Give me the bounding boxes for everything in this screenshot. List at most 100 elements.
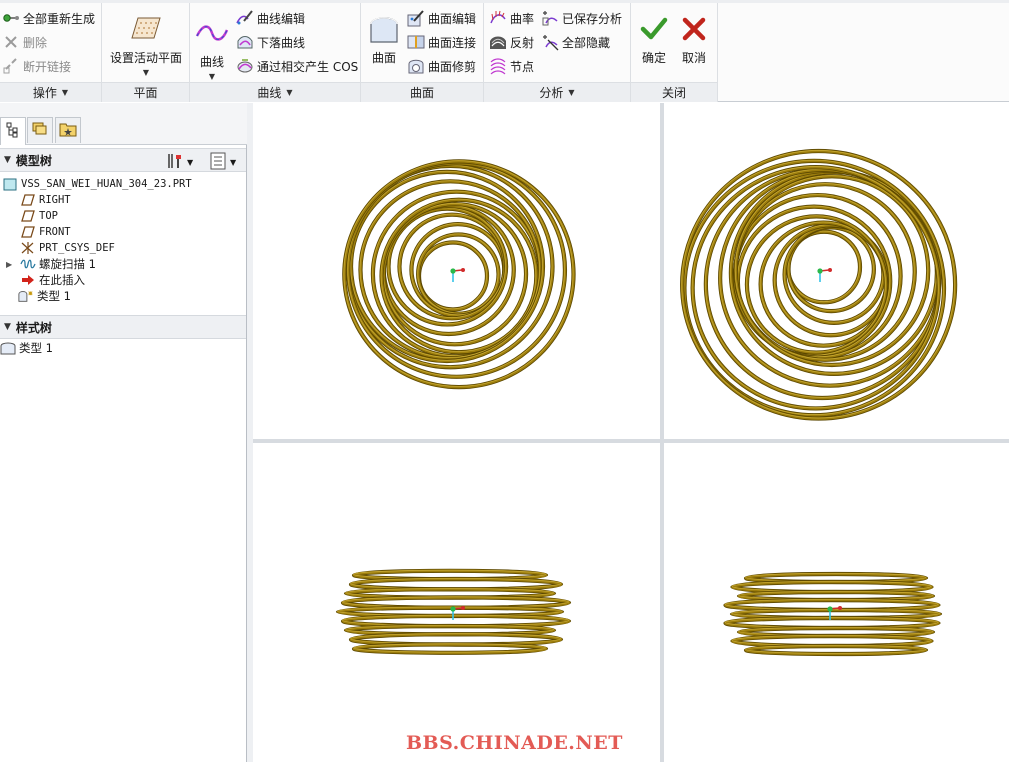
datum-plane-icon [20, 225, 36, 239]
surface-trim-label: 曲面修剪 [428, 59, 477, 74]
part-icon [2, 177, 18, 191]
collapse-triangle-icon[interactable]: ▼ [4, 155, 11, 165]
group-surfaces-title: 曲面 [409, 86, 434, 100]
cross-icon [677, 13, 711, 45]
nodes-button[interactable]: 节点 [489, 55, 534, 77]
group-operations: 全部重新生成 删除 断开链接 操作 ▼ [0, 3, 102, 102]
check-icon [637, 13, 671, 45]
tree-item-helical-sweep-label: 螺旋扫描 1 [39, 257, 96, 271]
chevron-down-icon: ▼ [187, 158, 194, 167]
style-tree-title: 样式树 [15, 320, 52, 335]
tree-item-part[interactable]: VSS_SAN_WEI_HUAN_304_23.PRT [2, 176, 192, 192]
curvature-button[interactable]: 曲率 [489, 7, 534, 29]
navigator-tabs [0, 103, 247, 145]
tab-layers[interactable] [27, 117, 53, 143]
datum-plane-icon [20, 209, 36, 223]
group-operations-title: 操作 [32, 86, 57, 100]
hide-all-button[interactable]: 全部隐藏 [541, 31, 610, 53]
drop-curve-button[interactable]: 下落曲线 [236, 31, 305, 53]
tree-item-part-label: VSS_SAN_WEI_HUAN_304_23.PRT [21, 178, 192, 190]
tree-item-style-type[interactable]: 类型 1 [18, 288, 71, 304]
tree-item-helical-sweep[interactable]: 螺旋扫描 1 [20, 256, 96, 272]
viewport-top-right[interactable] [664, 103, 1009, 439]
regenerate-all-button[interactable]: 全部重新生成 [2, 7, 95, 29]
hide-all-label: 全部隐藏 [562, 35, 611, 50]
regenerate-icon [2, 9, 20, 27]
tree-item-top[interactable]: TOP [20, 208, 58, 224]
coil-isometric-view-canvas [680, 148, 958, 421]
csys-triad [817, 268, 832, 282]
coil-turn-body [352, 643, 548, 655]
group-close-footer: 关闭 [631, 82, 717, 102]
group-analysis-footer[interactable]: 分析 ▼ [484, 82, 630, 102]
coil-turn-body [683, 159, 946, 417]
tree-item-insert-here[interactable]: 在此插入 [20, 272, 85, 288]
group-curves-footer[interactable]: 曲线 ▼ [190, 82, 360, 102]
saved-analysis-button[interactable]: 已保存分析 [541, 7, 622, 29]
coil-top-view-canvas [342, 159, 576, 390]
confirm-label: 确定 [641, 51, 666, 65]
group-surfaces-footer: 曲面 [361, 82, 483, 102]
curve-icon [195, 17, 229, 49]
model-tree-title: 模型树 [15, 153, 52, 168]
panel-splitter[interactable] [247, 103, 253, 762]
break-link-label: 断开链接 [23, 59, 72, 74]
delete-icon [2, 33, 20, 51]
surface-connect-button[interactable]: 曲面连接 [407, 31, 476, 53]
tab-model-tree[interactable] [0, 117, 26, 145]
break-link-button[interactable]: 断开链接 [2, 55, 71, 77]
collapse-triangle-icon[interactable]: ▼ [4, 322, 11, 332]
model-tree-show-button[interactable]: ▼ [209, 152, 236, 173]
surface-trim-button[interactable]: 曲面修剪 [407, 55, 476, 77]
group-surfaces: 曲面 曲面编辑 曲面连接 曲面修剪 曲面 [361, 3, 484, 102]
tree-item-csys[interactable]: PRT_CSYS_DEF [20, 240, 115, 256]
ribbon: 全部重新生成 删除 断开链接 操作 ▼ 设置活动平面 ▼ 平面 曲线 ▼ 曲线编… [0, 0, 1009, 102]
curve-button[interactable]: 曲线 ▼ [194, 17, 230, 81]
viewport-bottom-left[interactable] [253, 443, 660, 762]
tree-item-front[interactable]: FRONT [20, 224, 71, 240]
cos-icon [236, 57, 254, 75]
tree-item-right-label: RIGHT [39, 194, 71, 206]
confirm-button[interactable]: 确定 [637, 13, 671, 66]
tree-item-front-label: FRONT [39, 226, 71, 238]
curve-edit-label: 曲线编辑 [257, 11, 306, 26]
curve-edit-button[interactable]: 曲线编辑 [236, 7, 305, 29]
saved-analysis-label: 已保存分析 [562, 11, 623, 26]
surface-edit-label: 曲面编辑 [428, 11, 477, 26]
delete-button[interactable]: 删除 [2, 31, 47, 53]
set-active-plane-button[interactable]: 设置活动平面 ▼ [107, 13, 185, 77]
cancel-button[interactable]: 取消 [677, 13, 711, 66]
insert-arrow-icon [20, 273, 36, 287]
chevron-down-icon: ▼ [286, 88, 293, 97]
reflection-button[interactable]: 反射 [489, 31, 534, 53]
group-curves: 曲线 ▼ 曲线编辑 下落曲线 通过相交产生 COS 曲线 ▼ [190, 3, 361, 102]
group-analysis: 曲率 反射 节点 已保存分析 全部隐藏 分析 ▼ [484, 3, 631, 102]
group-operations-footer[interactable]: 操作 ▼ [0, 82, 101, 102]
group-close: 确定 取消 关闭 [631, 3, 718, 102]
list-icon [209, 152, 227, 173]
tree-item-right[interactable]: RIGHT [20, 192, 71, 208]
style-surface-icon [0, 341, 16, 355]
coordinate-system-icon [20, 241, 36, 255]
datum-plane-icon [20, 193, 36, 207]
style-tree-header[interactable]: ▼ 样式树 [0, 315, 246, 339]
expand-triangle-icon[interactable]: ▶ [6, 260, 12, 269]
regenerate-all-label: 全部重新生成 [23, 11, 96, 26]
model-tree-settings-button[interactable]: ▼ [166, 152, 193, 173]
surface-button[interactable]: 曲面 [365, 13, 403, 66]
style-feature-icon [18, 289, 34, 303]
model-tree-header[interactable]: ▼ 模型树 ▼ ▼ [0, 148, 246, 172]
surface-edit-button[interactable]: 曲面编辑 [407, 7, 476, 29]
set-active-plane-label: 设置活动平面 [109, 51, 182, 65]
tab-favorites[interactable] [55, 117, 81, 143]
cos-from-intersect-button[interactable]: 通过相交产生 COS [236, 55, 358, 77]
coil-turn-body [744, 644, 928, 656]
viewport-vertical-splitter[interactable] [660, 103, 664, 762]
viewport-horizontal-splitter[interactable] [253, 439, 1009, 443]
cancel-label: 取消 [681, 51, 706, 65]
group-close-title: 关闭 [661, 86, 686, 100]
viewport-top-left[interactable] [253, 103, 660, 439]
viewport-bottom-right[interactable] [664, 443, 1009, 762]
style-tree-item-type[interactable]: 类型 1 [0, 340, 53, 356]
saved-analysis-icon [541, 9, 559, 27]
